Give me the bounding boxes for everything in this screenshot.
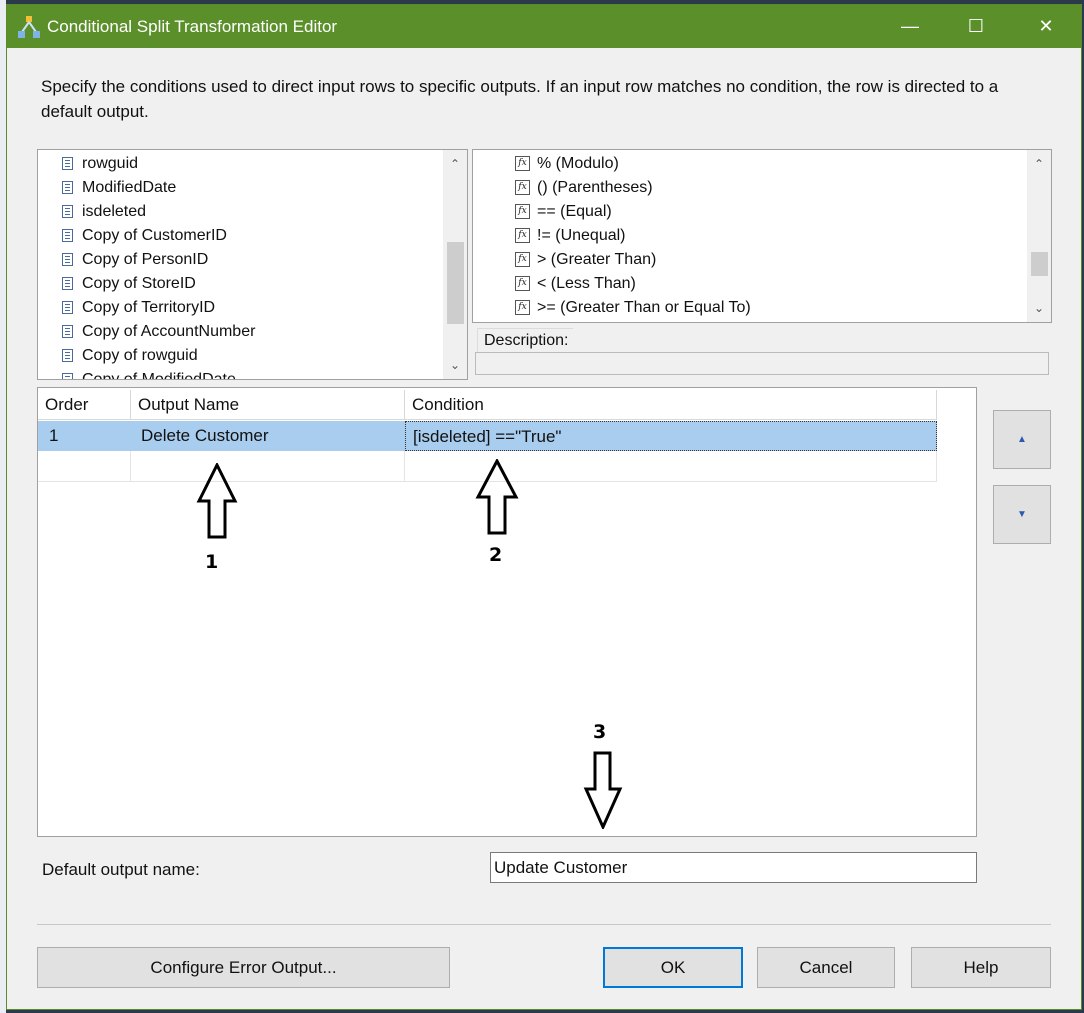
column-item[interactable]: Copy of PersonID <box>62 248 208 272</box>
columns-tree[interactable]: rowguid ModifiedDate isdeleted Copy of C… <box>37 149 468 380</box>
maximize-button[interactable]: ☐ <box>953 5 999 48</box>
cancel-button[interactable]: Cancel <box>757 947 895 988</box>
condition-cell[interactable]: [isdeleted] =="True" <box>405 421 937 451</box>
annotation-label-3: 3 <box>593 721 607 743</box>
function-icon: fx <box>515 204 530 219</box>
column-icon <box>62 325 73 338</box>
conditions-grid[interactable]: Order Output Name Condition 1 Delete Cus… <box>37 387 977 837</box>
scroll-down-icon[interactable]: ⌄ <box>1027 296 1051 320</box>
function-icon: fx <box>515 252 530 267</box>
column-icon <box>62 349 73 362</box>
function-icon: fx <box>515 276 530 291</box>
column-header-output-name[interactable]: Output Name <box>131 390 405 420</box>
function-icon: fx <box>515 300 530 315</box>
conditional-split-icon <box>18 16 40 38</box>
function-icon: fx <box>515 180 530 195</box>
description-box <box>475 352 1049 375</box>
annotation-label-1: 1 <box>205 551 219 573</box>
column-header-condition[interactable]: Condition <box>405 390 937 420</box>
function-icon: fx <box>515 228 530 243</box>
functions-tree[interactable]: fx% (Modulo) fx() (Parentheses) fx == (Eq… <box>472 149 1052 323</box>
close-button[interactable]: ✕ <box>1023 5 1069 48</box>
function-item[interactable]: fx > (Greater Than) <box>515 248 656 272</box>
column-icon <box>62 181 73 194</box>
function-item[interactable]: fx != (Unequal) <box>515 224 626 248</box>
scroll-up-icon[interactable]: ⌃ <box>1027 152 1051 176</box>
column-item[interactable]: Copy of AccountNumber <box>62 320 255 344</box>
column-icon <box>62 157 73 170</box>
column-icon <box>62 277 73 290</box>
separator <box>37 924 1051 925</box>
column-item[interactable]: rowguid <box>62 152 138 176</box>
empty-cell[interactable] <box>131 451 405 482</box>
description-label: Description: <box>477 328 573 352</box>
help-button[interactable]: Help <box>911 947 1051 988</box>
arrow-down-icon: ▼ <box>1017 509 1027 520</box>
scroll-down-icon[interactable]: ⌄ <box>443 353 467 377</box>
column-icon <box>62 253 73 266</box>
output-name-cell[interactable]: Delete Customer <box>131 421 405 451</box>
default-output-label: Default output name: <box>42 860 200 879</box>
order-cell[interactable]: 1 <box>38 421 131 451</box>
function-item[interactable]: fx() (Parentheses) <box>515 176 653 200</box>
column-header-order[interactable]: Order <box>38 390 131 420</box>
column-icon <box>62 373 73 379</box>
function-item[interactable]: fx == (Equal) <box>515 200 612 224</box>
instructions-text: Specify the conditions used to direct in… <box>41 77 999 121</box>
window-title: Conditional Split Transformation Editor <box>47 17 338 36</box>
column-item[interactable]: ModifiedDate <box>62 176 176 200</box>
annotation-arrow-up-icon <box>196 463 238 539</box>
annotation-label-2: 2 <box>489 544 503 566</box>
column-item[interactable]: Copy of ModifiedDate <box>62 368 236 379</box>
column-icon <box>62 205 73 218</box>
function-item[interactable]: fx >= (Greater Than or Equal To) <box>515 296 751 320</box>
empty-cell[interactable] <box>38 451 131 482</box>
title-bar[interactable]: Conditional Split Transformation Editor … <box>7 5 1081 48</box>
annotation-arrow-down-icon <box>583 751 623 829</box>
move-up-button[interactable]: ▲ <box>993 410 1051 469</box>
annotation-arrow-up-icon <box>475 459 519 535</box>
scroll-up-icon[interactable]: ⌃ <box>443 152 467 176</box>
scroll-thumb[interactable] <box>1031 252 1048 276</box>
column-icon <box>62 229 73 242</box>
column-item[interactable]: Copy of rowguid <box>62 344 198 368</box>
function-item[interactable]: fx% (Modulo) <box>515 152 619 176</box>
columns-scrollbar[interactable]: ⌃ ⌄ <box>443 150 467 379</box>
minimize-button[interactable]: — <box>887 5 933 48</box>
column-item[interactable]: Copy of CustomerID <box>62 224 227 248</box>
default-output-input[interactable]: Update Customer <box>490 852 977 883</box>
column-item[interactable]: Copy of StoreID <box>62 272 196 296</box>
column-icon <box>62 301 73 314</box>
function-icon: fx <box>515 156 530 171</box>
function-item[interactable]: fx < (Less Than) <box>515 272 636 296</box>
dialog-window: Conditional Split Transformation Editor … <box>6 4 1082 1010</box>
column-item[interactable]: Copy of TerritoryID <box>62 296 215 320</box>
functions-scrollbar[interactable]: ⌃ ⌄ <box>1027 150 1051 322</box>
move-down-button[interactable]: ▼ <box>993 485 1051 544</box>
ok-button[interactable]: OK <box>603 947 743 988</box>
column-item[interactable]: isdeleted <box>62 200 146 224</box>
scroll-thumb[interactable] <box>447 242 464 324</box>
arrow-up-icon: ▲ <box>1017 434 1027 445</box>
configure-error-output-button[interactable]: Configure Error Output... <box>37 947 450 988</box>
